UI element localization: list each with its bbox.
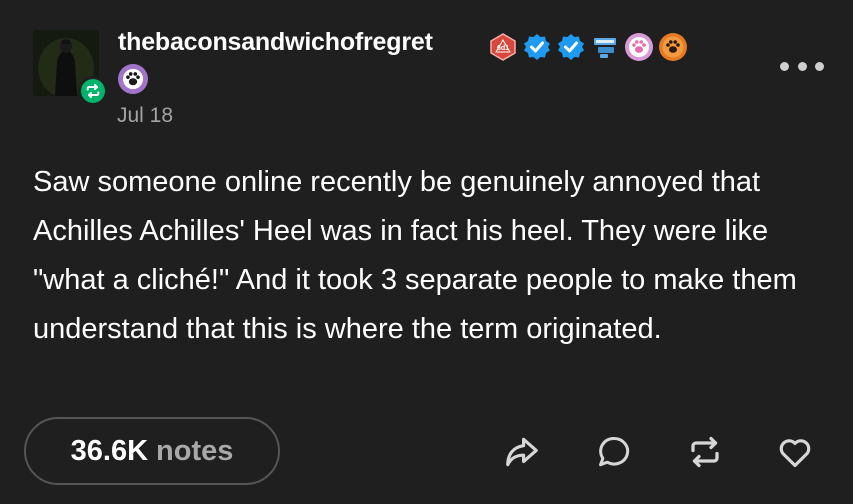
notes-label: notes: [156, 434, 234, 467]
more-dot: [815, 61, 824, 71]
purple-paw-badge-icon[interactable]: [118, 64, 148, 94]
more-dot: [797, 61, 807, 71]
post-date[interactable]: Jul 18: [117, 104, 173, 128]
orange-paw-badge-icon[interactable]: [658, 32, 688, 62]
pink-paw-badge-icon[interactable]: [624, 32, 654, 62]
svg-text:6d1: 6d1: [497, 45, 509, 52]
d20-dice-badge-icon[interactable]: 6d1: [488, 32, 518, 62]
blue-ribbon-badge-icon[interactable]: [590, 32, 620, 62]
verified-check-badge-icon[interactable]: [556, 32, 586, 62]
share-icon[interactable]: [502, 432, 542, 472]
reblog-icon[interactable]: [685, 432, 725, 472]
notes-button[interactable]: 36.6K notes: [24, 417, 280, 485]
user-badges: 6d1: [488, 31, 688, 63]
like-icon[interactable]: [775, 432, 815, 472]
post-card: thebaconsandwichofregret 6d1 Jul 18 Saw …: [0, 0, 853, 504]
more-options-icon[interactable]: [780, 56, 824, 76]
post-username[interactable]: thebaconsandwichofregret: [118, 28, 433, 57]
post-body-text: Saw someone online recently be genuinely…: [33, 166, 797, 345]
more-dot: [780, 61, 789, 71]
verified-check-badge-icon[interactable]: [522, 32, 552, 62]
reblog-indicator-badge: [78, 76, 108, 106]
reply-icon[interactable]: [594, 432, 634, 472]
reblog-badge-icon: [81, 79, 105, 103]
notes-count: 36.6K: [70, 434, 149, 467]
